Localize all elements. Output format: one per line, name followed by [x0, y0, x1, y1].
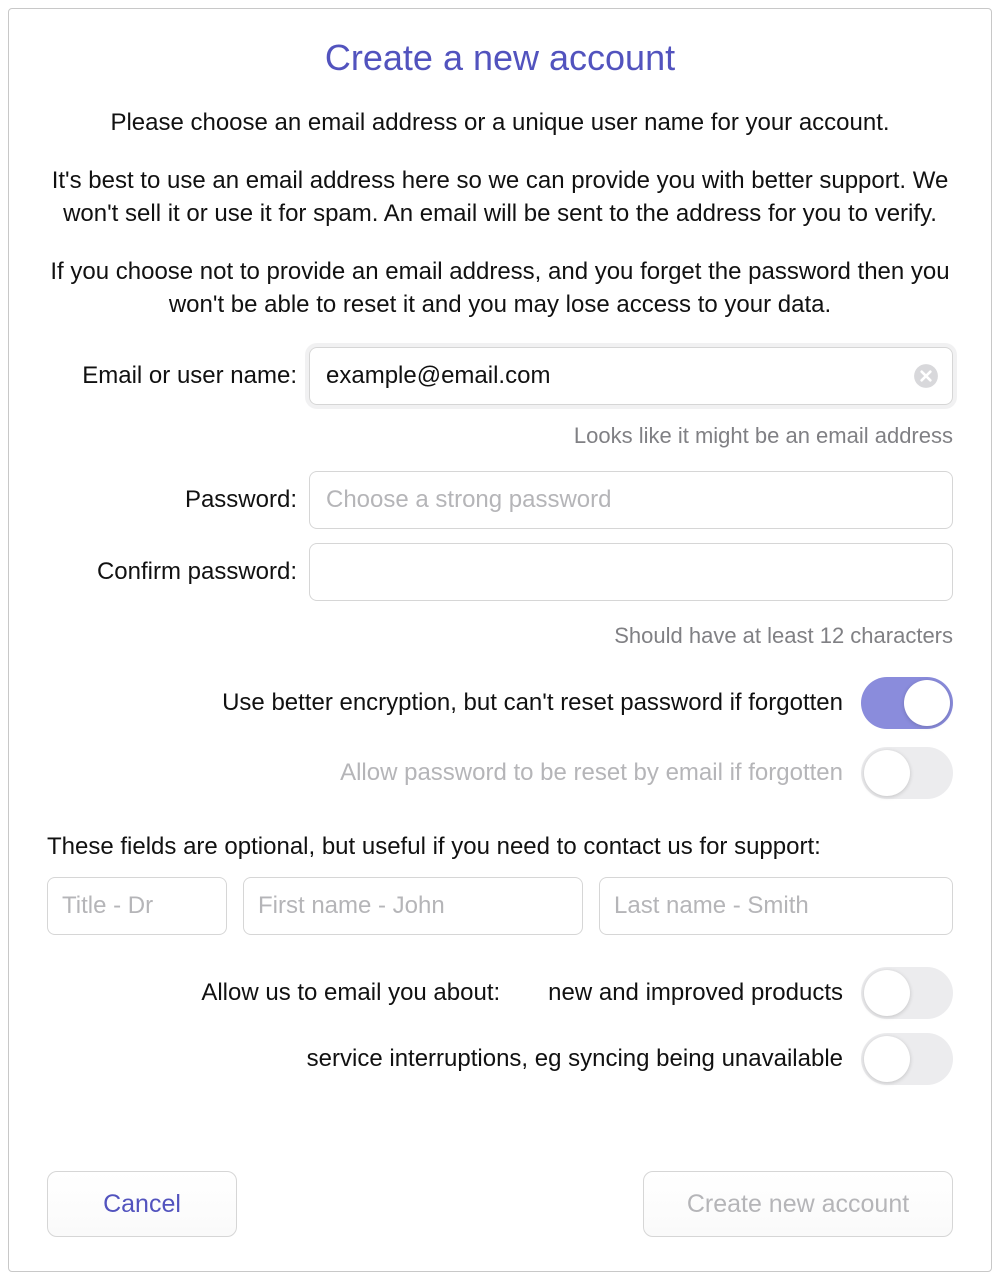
- email-products-label: new and improved products: [548, 979, 843, 1007]
- email-products-toggle[interactable]: [861, 967, 953, 1019]
- password-input[interactable]: [309, 471, 953, 529]
- email-label: Email or user name:: [47, 362, 309, 390]
- password-input-wrap: [309, 471, 953, 529]
- email-input[interactable]: [309, 347, 953, 405]
- reset-by-email-toggle-label: Allow password to be reset by email if f…: [340, 759, 843, 787]
- email-products-toggle-row: Allow us to email you about: new and imp…: [47, 967, 953, 1019]
- intro-block: Please choose an email address or a uniq…: [47, 107, 953, 347]
- encryption-toggle-row: Use better encryption, but can't reset p…: [47, 677, 953, 729]
- toggle-knob-icon: [864, 750, 910, 796]
- first-name-input[interactable]: [243, 877, 583, 935]
- email-service-label: service interruptions, eg syncing being …: [307, 1045, 843, 1073]
- toggle-knob-icon: [864, 1036, 910, 1082]
- password-field-row: Password:: [47, 471, 953, 529]
- email-about-lead: Allow us to email you about:: [201, 979, 500, 1007]
- confirm-password-field-row: Confirm password:: [47, 543, 953, 601]
- toggle-knob-icon: [864, 970, 910, 1016]
- cancel-button[interactable]: Cancel: [47, 1171, 237, 1237]
- encryption-toggle[interactable]: [861, 677, 953, 729]
- password-hint: Should have at least 12 characters: [47, 623, 953, 649]
- intro-paragraph-2: It's best to use an email address here s…: [47, 165, 953, 230]
- dialog-title: Create a new account: [47, 37, 953, 79]
- title-input[interactable]: [47, 877, 227, 935]
- email-service-toggle-row: service interruptions, eg syncing being …: [47, 1033, 953, 1085]
- confirm-password-label: Confirm password:: [47, 558, 309, 586]
- email-preferences-block: Allow us to email you about: new and imp…: [47, 967, 953, 1099]
- password-block: Password: Confirm password:: [47, 471, 953, 615]
- clear-input-icon[interactable]: [913, 363, 939, 389]
- email-input-wrap: [309, 347, 953, 405]
- email-service-toggle[interactable]: [861, 1033, 953, 1085]
- reset-by-email-toggle-row: Allow password to be reset by email if f…: [47, 747, 953, 799]
- email-field-row: Email or user name:: [47, 347, 953, 405]
- confirm-password-input[interactable]: [309, 543, 953, 601]
- password-label: Password:: [47, 486, 309, 514]
- confirm-password-input-wrap: [309, 543, 953, 601]
- email-hint: Looks like it might be an email address: [47, 423, 953, 449]
- button-row: Cancel Create new account: [47, 1171, 953, 1237]
- reset-by-email-toggle[interactable]: [861, 747, 953, 799]
- toggle-knob-icon: [904, 680, 950, 726]
- name-fields-row: [47, 877, 953, 935]
- optional-fields-heading: These fields are optional, but useful if…: [47, 833, 953, 861]
- intro-paragraph-3: If you choose not to provide an email ad…: [47, 256, 953, 321]
- intro-paragraph-1: Please choose an email address or a uniq…: [47, 107, 953, 139]
- create-account-dialog: Create a new account Please choose an em…: [8, 8, 992, 1272]
- encryption-toggle-label: Use better encryption, but can't reset p…: [222, 689, 843, 717]
- create-account-button[interactable]: Create new account: [643, 1171, 953, 1237]
- last-name-input[interactable]: [599, 877, 953, 935]
